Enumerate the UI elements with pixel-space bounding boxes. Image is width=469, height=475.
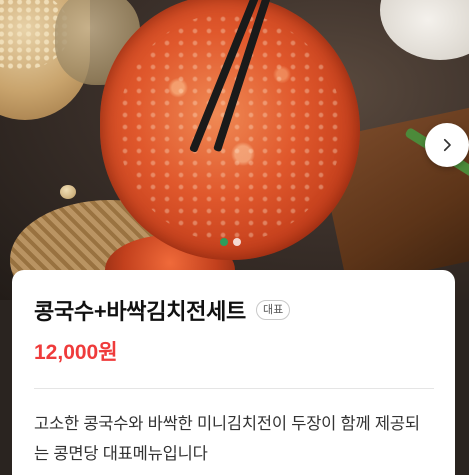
product-info-card: 콩국수+바싹김치전세트 대표 12,000원 고소한 콩국수와 바싹한 미니김치… [12, 270, 455, 475]
carousel-next-button[interactable] [425, 123, 469, 167]
product-price: 12,000원 [34, 341, 118, 364]
product-description: 고소한 콩국수와 바싹한 미니김치전이 두장이 함께 제공되는 콩면당 대표메뉴… [34, 415, 420, 463]
carousel-dot-active[interactable] [220, 238, 228, 246]
product-image-carousel[interactable] [0, 0, 469, 300]
chevron-right-icon [443, 138, 451, 152]
kimchi-pancake-image [100, 0, 360, 260]
signature-badge: 대표 [255, 300, 291, 320]
title-row: 콩국수+바싹김치전세트 대표 [34, 294, 433, 326]
divider [34, 388, 434, 389]
carousel-dot[interactable] [233, 238, 241, 246]
product-title: 콩국수+바싹김치전세트 [34, 299, 246, 324]
bean-image [60, 185, 76, 199]
product-screen: 콩국수+바싹김치전세트 대표 12,000원 고소한 콩국수와 바싹한 미니김치… [0, 0, 469, 475]
carousel-indicator [220, 238, 241, 246]
noodle-bowl-image [380, 0, 469, 60]
